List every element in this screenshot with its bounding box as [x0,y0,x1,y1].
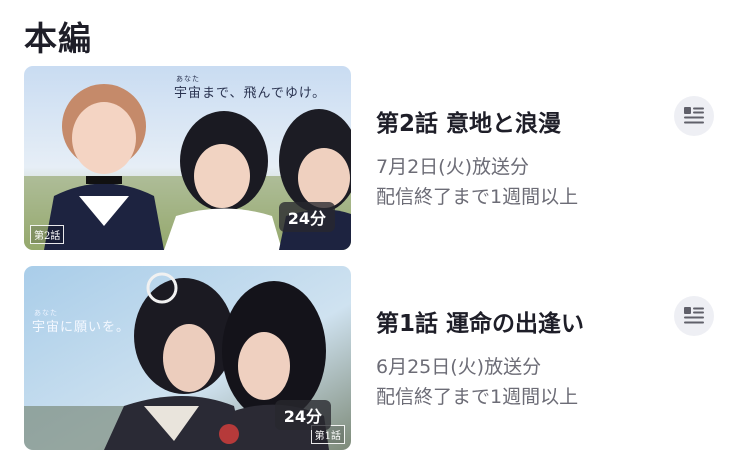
episode-item[interactable]: あなた 宇宙まで、飛んでゆけ。 第2話 24分 第2話 意地と浪漫 7月2日(火… [24,66,724,250]
episode-air-date: 6月25日(火)放送分 [376,356,542,378]
section-title: 本編 [24,19,92,58]
episode-thumbnail[interactable]: あなた 宇宙に願いを。 第1話 24分 [24,266,351,450]
episode-details-button[interactable] [674,296,714,336]
duration-badge: 24分 [274,400,331,430]
thumbnail-tagline: 宇宙に願いを。 [32,320,131,335]
thumbnail-episode-label: 第2話 [30,225,65,244]
episode-title[interactable]: 第1話 運命の出逢い [376,304,584,338]
episode-thumbnail[interactable]: あなた 宇宙まで、飛んでゆけ。 第2話 24分 [24,66,351,250]
details-list-icon [684,307,704,324]
episode-air-date: 7月2日(火)放送分 [376,156,530,178]
duration-badge: 24分 [278,202,335,232]
episode-availability: 配信終了まで1週間以上 [376,386,579,408]
episode-details-button[interactable] [674,96,714,136]
episode-title[interactable]: 第2話 意地と浪漫 [376,104,561,138]
episode-availability: 配信終了まで1週間以上 [376,186,579,208]
details-list-icon [684,107,704,124]
episode-item[interactable]: あなた 宇宙に願いを。 第1話 24分 第1話 運命の出逢い 6月25日(火)放… [24,266,724,450]
thumbnail-tagline: 宇宙まで、飛んでゆけ。 [174,86,327,101]
